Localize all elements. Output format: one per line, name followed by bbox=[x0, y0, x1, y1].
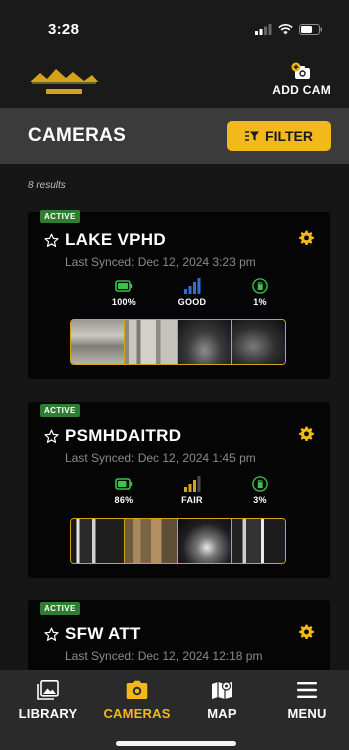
map-icon bbox=[212, 681, 232, 699]
battery-metric: 100% bbox=[104, 278, 144, 307]
signal-bars-icon bbox=[184, 476, 201, 492]
camera-metrics: 86% FAIR 3% bbox=[104, 476, 280, 505]
nav-map[interactable]: MAP bbox=[196, 680, 248, 721]
signal-metric: FAIR bbox=[172, 476, 212, 505]
photo-thumbnail[interactable] bbox=[71, 320, 125, 364]
camera-name: SFW ATT bbox=[65, 624, 141, 643]
camera-title-row: LAKE VPHD bbox=[44, 230, 166, 250]
status-badge: ACTIVE bbox=[40, 404, 80, 417]
sd-card-icon bbox=[252, 476, 268, 492]
cellular-signal-icon bbox=[255, 23, 272, 35]
status-badge: ACTIVE bbox=[40, 210, 80, 223]
nav-map-label: MAP bbox=[207, 706, 237, 721]
add-cam-button[interactable]: ADD CAM bbox=[272, 62, 331, 97]
menu-icon bbox=[297, 682, 317, 698]
last-synced-text: Last Synced: Dec 12, 2024 12:18 pm bbox=[65, 649, 263, 663]
signal-metric: GOOD bbox=[172, 278, 212, 307]
nav-library-label: LIBRARY bbox=[18, 706, 78, 721]
gear-icon[interactable] bbox=[299, 230, 314, 245]
photo-thumbnail[interactable] bbox=[124, 320, 178, 364]
library-icon bbox=[37, 680, 59, 700]
storage-metric: 3% bbox=[240, 476, 280, 505]
camera-card[interactable]: ACTIVE LAKE VPHD Last Synced: Dec 12, 20… bbox=[28, 210, 330, 379]
wifi-icon bbox=[278, 23, 293, 34]
storage-metric: 1% bbox=[240, 278, 280, 307]
signal-value: GOOD bbox=[177, 297, 207, 307]
camera-title-row: PSMHDAITRD bbox=[44, 426, 181, 446]
storage-value: 1% bbox=[253, 297, 267, 307]
results-count: 8 results bbox=[28, 180, 66, 191]
brand-logo[interactable] bbox=[26, 66, 102, 96]
photo-thumbnails bbox=[70, 319, 286, 365]
photo-thumbnail[interactable] bbox=[71, 519, 125, 563]
status-time: 3:28 bbox=[48, 20, 80, 38]
filter-button[interactable]: FILTER bbox=[227, 121, 331, 151]
signal-value: FAIR bbox=[181, 495, 203, 505]
page-title: CAMERAS bbox=[28, 125, 127, 146]
camera-metrics: 100% GOOD 1% bbox=[104, 278, 280, 307]
gear-icon[interactable] bbox=[299, 426, 314, 441]
add-cam-label: ADD CAM bbox=[272, 83, 331, 97]
nav-library[interactable]: LIBRARY bbox=[16, 680, 80, 721]
camera-card[interactable]: ACTIVE PSMHDAITRD Last Synced: Dec 12, 2… bbox=[28, 402, 330, 578]
storage-value: 3% bbox=[253, 495, 267, 505]
gear-icon[interactable] bbox=[299, 624, 314, 639]
signal-bars-icon bbox=[184, 278, 201, 294]
star-outline-icon[interactable] bbox=[44, 627, 59, 642]
photo-thumbnail[interactable] bbox=[178, 519, 232, 563]
status-badge: ACTIVE bbox=[40, 602, 80, 615]
app-header: ADD CAM bbox=[0, 58, 349, 108]
photo-thumbnails bbox=[70, 518, 286, 564]
battery-icon bbox=[115, 478, 133, 490]
add-camera-icon bbox=[291, 62, 310, 79]
battery-metric: 86% bbox=[104, 476, 144, 505]
home-indicator[interactable] bbox=[116, 741, 236, 746]
photo-thumbnail[interactable] bbox=[231, 519, 285, 563]
status-icons bbox=[255, 23, 323, 35]
camera-name: LAKE VPHD bbox=[65, 230, 166, 249]
camera-icon bbox=[126, 680, 148, 699]
battery-status-icon bbox=[299, 23, 322, 35]
nav-cameras[interactable]: CAMERAS bbox=[97, 680, 177, 721]
last-synced-text: Last Synced: Dec 12, 2024 1:45 pm bbox=[65, 451, 256, 465]
photo-thumbnail[interactable] bbox=[124, 519, 178, 563]
sd-card-icon bbox=[252, 278, 268, 294]
last-synced-text: Last Synced: Dec 12, 2024 3:23 pm bbox=[65, 255, 256, 269]
camera-name: PSMHDAITRD bbox=[65, 426, 182, 445]
filter-label: FILTER bbox=[265, 128, 313, 144]
star-outline-icon[interactable] bbox=[44, 233, 59, 248]
battery-icon bbox=[115, 280, 133, 292]
status-bar: 3:28 bbox=[0, 0, 349, 58]
filter-icon bbox=[245, 131, 260, 141]
camera-title-row: SFW ATT bbox=[44, 624, 141, 644]
camera-list[interactable]: 8 results ACTIVE LAKE VPHD Last Synced: … bbox=[0, 164, 349, 670]
battery-value: 100% bbox=[111, 297, 137, 307]
nav-menu-label: MENU bbox=[287, 706, 327, 721]
nav-cameras-label: CAMERAS bbox=[103, 706, 171, 721]
photo-thumbnail[interactable] bbox=[178, 320, 232, 364]
title-bar: CAMERAS FILTER bbox=[0, 108, 349, 164]
bottom-nav: LIBRARY CAMERAS MAP MENU bbox=[0, 670, 349, 750]
battery-value: 86% bbox=[114, 495, 134, 505]
nav-menu[interactable]: MENU bbox=[276, 680, 338, 721]
star-outline-icon[interactable] bbox=[44, 429, 59, 444]
camera-card[interactable]: ACTIVE SFW ATT Last Synced: Dec 12, 2024… bbox=[28, 600, 330, 670]
photo-thumbnail[interactable] bbox=[231, 320, 285, 364]
